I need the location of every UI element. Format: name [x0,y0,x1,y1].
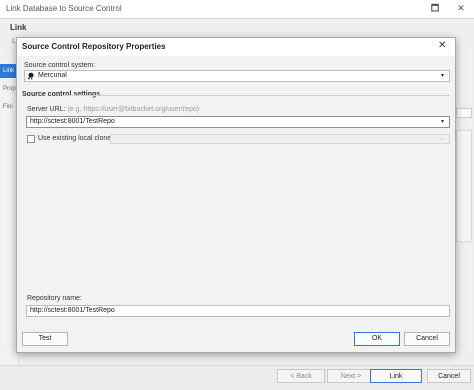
ok-button[interactable]: OK [354,332,400,346]
repository-name-value: http://sctest:8001/TestRepo [30,307,115,314]
browse-icon: ... [440,135,446,141]
source-control-system-select[interactable] [24,70,450,82]
mercurial-icon [27,72,34,80]
maximize-icon[interactable]: 🗖 [430,3,440,13]
section-divider [62,95,450,96]
url-dropdown-icon[interactable]: ▾ [441,118,444,125]
chevron-down-icon[interactable]: ▾ [441,72,444,79]
cancel-button[interactable]: Cancel [404,332,450,346]
dialog-close-icon[interactable]: ✕ [438,41,446,51]
background-field [456,108,472,118]
wizard-heading: Link [10,23,27,32]
next-button[interactable]: Next > [327,369,375,383]
link-button[interactable]: Link [370,369,422,383]
use-existing-clone-label[interactable]: Use existing local clone [38,135,111,142]
server-url-value: http://sctest:8001/TestRepo [30,118,115,125]
source-control-system-value: Mercurial [38,72,67,79]
use-existing-clone-checkbox[interactable] [27,135,35,143]
window-close-icon[interactable]: ✕ [456,3,466,13]
server-url-label: Server URL: (e.g. https://user@bitbucket… [27,106,199,113]
server-url-hint: (e.g. https://user@bitbucket.org/user/re… [67,106,200,113]
wizard-title: Link Database to Source Control [6,4,122,13]
back-button[interactable]: < Back [277,369,325,383]
background-panel [456,130,472,242]
local-clone-path-input [110,134,450,144]
dialog-title: Source Control Repository Properties [22,42,166,51]
test-button[interactable]: Test [22,332,68,346]
server-url-label-text: Server URL: [27,106,66,113]
source-control-system-label: Source control system: [24,62,96,69]
wizard-cancel-button[interactable]: Cancel [427,369,471,383]
repository-name-label: Repository name: [27,295,82,302]
